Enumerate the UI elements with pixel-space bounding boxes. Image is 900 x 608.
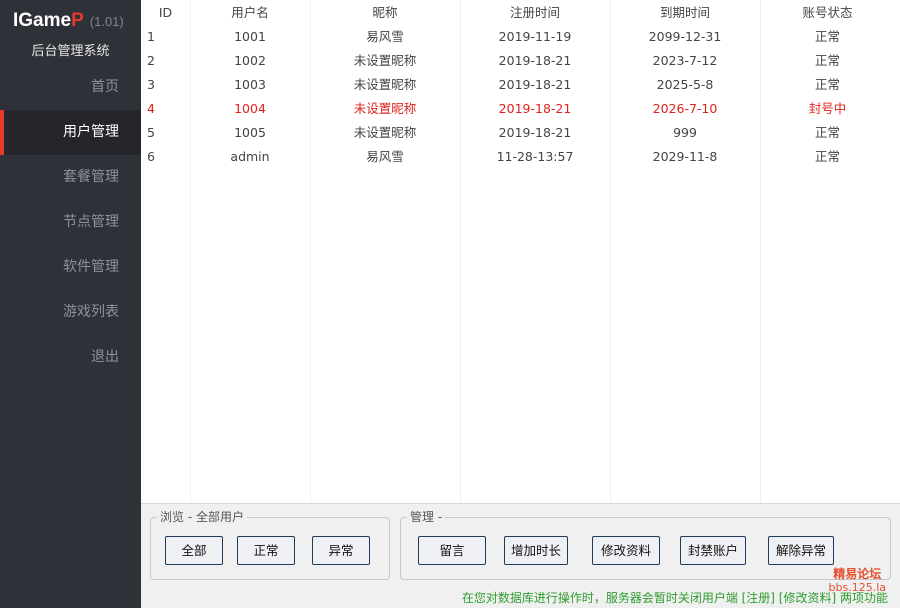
cell-expires: 999 (673, 125, 697, 140)
sidebar-item-software-management[interactable]: 软件管理 (0, 245, 141, 290)
user-table: ID 用户名 昵称 注册时间 到期时间 账号状态 1 1001 易风雪 2019… (141, 0, 900, 503)
table-row[interactable]: 2 1002 未设置昵称 2019-18-21 2023-7-12 正常 (141, 49, 900, 73)
column-header-username[interactable]: 用户名 (190, 0, 310, 25)
cell-status: 正常 (814, 125, 840, 140)
cell-expires: 2099-12-31 (648, 29, 722, 44)
cell-nickname: 未设置昵称 (353, 53, 417, 68)
filter-all-button[interactable]: 全部 (165, 536, 223, 565)
table-row[interactable]: 5 1005 未设置昵称 2019-18-21 999 正常 (141, 121, 900, 145)
cell-username: 1003 (234, 77, 266, 92)
cell-id: 3 (147, 77, 155, 92)
cell-expires: 2023-7-12 (652, 53, 718, 68)
cell-status: 封号中 (808, 101, 847, 116)
column-header-id[interactable]: ID (141, 0, 190, 25)
sidebar-item-home[interactable]: 首页 (0, 65, 141, 110)
table-row[interactable]: 1 1001 易风雪 2019-11-19 2099-12-31 正常 (141, 25, 900, 49)
cell-username: 1004 (234, 101, 266, 116)
cell-username: 1005 (234, 125, 266, 140)
cell-expires: 2025-5-8 (656, 77, 714, 92)
ban-account-button[interactable]: 封禁账户 (680, 536, 746, 565)
cell-id: 4 (147, 101, 155, 116)
notice-text: 在您对数据库进行操作时，服务器会暂时关闭用户端 [注册] [修改资料] 两项功能 (461, 591, 888, 605)
column-header-registered[interactable]: 注册时间 (460, 0, 610, 25)
filter-normal-button[interactable]: 正常 (237, 536, 295, 565)
add-time-button[interactable]: 增加时长 (504, 536, 568, 565)
cell-registered: 2019-18-21 (498, 125, 572, 140)
logo-text: IGame (13, 10, 72, 31)
cell-nickname: 易风雪 (366, 29, 404, 44)
cell-nickname: 未设置昵称 (353, 125, 417, 140)
message-button[interactable]: 留言 (418, 536, 486, 565)
app-logo: IGameP (1.01) (13, 10, 124, 34)
table-header: ID 用户名 昵称 注册时间 到期时间 账号状态 (141, 0, 900, 25)
cell-registered: 2019-18-21 (498, 77, 572, 92)
app-subtitle: 后台管理系统 (31, 44, 110, 59)
sidebar-item-game-list[interactable]: 游戏列表 (0, 290, 141, 335)
filter-abnormal-button[interactable]: 异常 (312, 536, 370, 565)
cell-id: 6 (147, 149, 155, 164)
watermark-line1: 精易论坛 (833, 567, 882, 581)
edit-profile-button[interactable]: 修改资料 (592, 536, 660, 565)
cell-status: 正常 (814, 77, 840, 92)
cell-expires: 2026-7-10 (652, 101, 718, 116)
manage-group: 管理 - 留言 增加时长 修改资料 封禁账户 解除异常 (400, 510, 891, 580)
manage-group-title: 管理 - (407, 510, 446, 524)
sidebar: IGameP (1.01) 后台管理系统 首页 用户管理 套餐管理 节点管理 软件… (0, 0, 141, 608)
bottom-panel: 浏览 - 全部用户 全部 正常 异常 管理 - 留言 增加时长 修改资料 封禁账… (141, 503, 900, 608)
sidebar-item-user-management[interactable]: 用户管理 (0, 110, 141, 155)
cell-id: 2 (147, 53, 155, 68)
sidebar-item-node-management[interactable]: 节点管理 (0, 200, 141, 245)
cell-nickname: 未设置昵称 (353, 101, 417, 116)
cell-id: 1 (147, 29, 155, 44)
column-header-expires[interactable]: 到期时间 (610, 0, 760, 25)
column-header-nickname[interactable]: 昵称 (310, 0, 460, 25)
cell-registered: 2019-18-21 (498, 53, 572, 68)
cell-nickname: 易风雪 (366, 149, 404, 164)
table-row-banned[interactable]: 4 1004 未设置昵称 2019-18-21 2026-7-10 封号中 (141, 97, 900, 121)
column-header-status[interactable]: 账号状态 (760, 0, 895, 25)
cell-status: 正常 (814, 29, 840, 44)
cell-status: 正常 (814, 149, 840, 164)
clear-abnormal-button[interactable]: 解除异常 (768, 536, 834, 565)
app-version: (1.01) (89, 14, 124, 29)
table-row[interactable]: 3 1003 未设置昵称 2019-18-21 2025-5-8 正常 (141, 73, 900, 97)
table-row[interactable]: 6 admin 易风雪 11-28-13:57 2029-11-8 正常 (141, 145, 900, 169)
sidebar-item-logout[interactable]: 退出 (0, 335, 141, 380)
cell-id: 5 (147, 125, 155, 140)
cell-username: 1001 (234, 29, 266, 44)
sidebar-item-package-management[interactable]: 套餐管理 (0, 155, 141, 200)
browse-group: 浏览 - 全部用户 全部 正常 异常 (150, 510, 390, 580)
sidebar-nav: 首页 用户管理 套餐管理 节点管理 软件管理 游戏列表 退出 (0, 65, 141, 380)
cell-username: admin (230, 149, 270, 164)
cell-expires: 2029-11-8 (652, 149, 718, 164)
cell-registered: 2019-18-21 (498, 101, 572, 116)
cell-nickname: 未设置昵称 (353, 77, 417, 92)
cell-registered: 2019-11-19 (498, 29, 572, 44)
cell-username: 1002 (234, 53, 266, 68)
browse-group-title: 浏览 - 全部用户 (157, 510, 247, 524)
logo-accent: P (71, 10, 84, 31)
cell-status: 正常 (814, 53, 840, 68)
cell-registered: 11-28-13:57 (496, 149, 574, 164)
